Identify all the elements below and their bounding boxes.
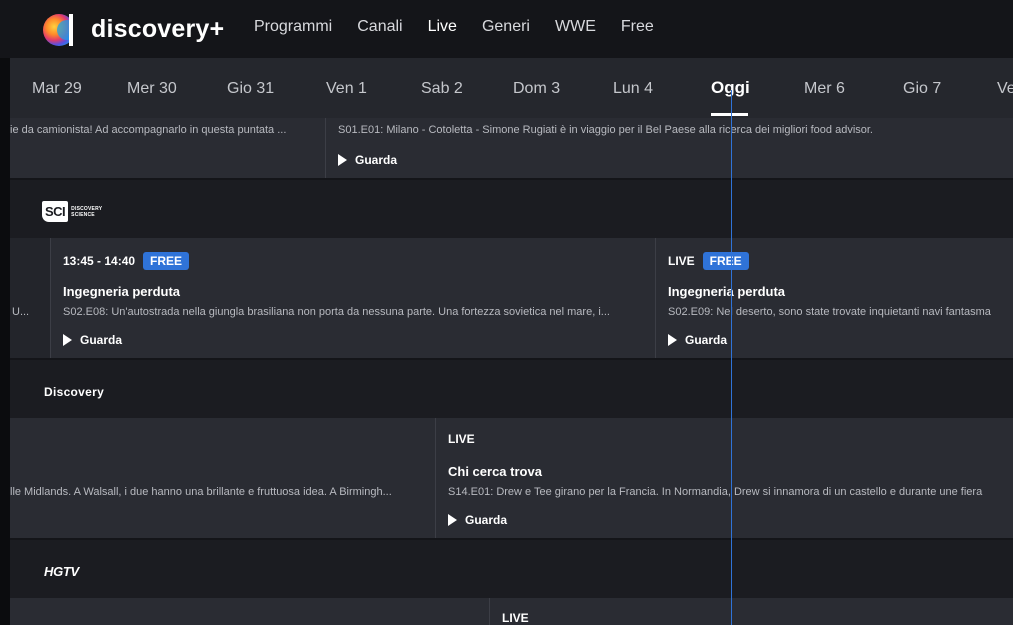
brand-logo[interactable]: discovery+: [41, 11, 224, 47]
nav-wwe[interactable]: WWE: [555, 18, 596, 36]
date-bar: Mar 29 Mer 30 Gio 31 Ven 1 Sab 2 Dom 3 L…: [10, 58, 1013, 118]
program-description: lle Midlands. A Walsall, i due hanno una…: [10, 486, 392, 498]
nav-free[interactable]: Free: [621, 18, 654, 36]
nav-generi[interactable]: Generi: [482, 18, 530, 36]
play-icon: [63, 334, 72, 346]
program-row: LIVE: [10, 598, 1013, 625]
program-time: LIVE FREE: [668, 252, 749, 270]
now-indicator-line: [731, 90, 732, 625]
program-description: ie da camionista! Ad accompagnarlo in qu…: [10, 124, 287, 136]
nav-live[interactable]: Live: [428, 18, 457, 36]
program-description: S01.E01: Milano - Cotoletta - Simone Rug…: [338, 124, 873, 136]
date-tab[interactable]: Ven 1: [326, 80, 367, 98]
date-tab[interactable]: Mar 29: [32, 80, 82, 98]
play-icon: [668, 334, 677, 346]
program-title: Chi cerca trova: [448, 464, 542, 479]
channel-logo-discovery-science[interactable]: SCI DISCOVERY SCIENCE: [42, 201, 102, 222]
today-underline: [711, 113, 748, 116]
channel-header: HGTV: [10, 540, 1013, 598]
program-cell-live[interactable]: LIVE Chi cerca trova S14.E01: Drew e Tee…: [435, 418, 1013, 538]
program-row: ie da camionista! Ad accompagnarlo in qu…: [10, 118, 1013, 178]
free-badge: FREE: [702, 252, 749, 270]
program-cell-live[interactable]: LIVE FREE Ingegneria perduta S02.E09: Nel…: [655, 238, 1013, 358]
watch-button[interactable]: Guarda: [338, 153, 397, 167]
program-description: S02.E09: Nel deserto, sono state trovate…: [668, 306, 991, 318]
play-icon: [338, 154, 347, 166]
date-tab[interactable]: Lun 4: [613, 80, 653, 98]
channel-logo-discovery[interactable]: Discovery: [44, 385, 104, 399]
main-nav: Programmi Canali Live Generi WWE Free: [254, 18, 679, 36]
program-time: LIVE: [502, 611, 529, 625]
program-title: Ingegneria perduta: [63, 284, 181, 299]
nav-programmi[interactable]: Programmi: [254, 18, 332, 36]
discovery-globe-icon: [41, 11, 85, 47]
date-tab[interactable]: Gio 31: [227, 80, 274, 98]
program-cell[interactable]: S01.E01: Milano - Cotoletta - Simone Rug…: [325, 118, 1013, 178]
program-description: S14.E01: Drew e Tee girano per la Franci…: [448, 486, 983, 498]
program-cell-live[interactable]: LIVE: [489, 598, 1013, 625]
program-cell[interactable]: [10, 598, 490, 625]
date-tab[interactable]: Sab 2: [421, 80, 463, 98]
date-tab[interactable]: Ve: [997, 80, 1013, 98]
channel-header: Discovery: [10, 360, 1013, 418]
program-cell[interactable]: lle Midlands. A Walsall, i due hanno una…: [10, 418, 436, 538]
play-icon: [448, 514, 457, 526]
program-time: LIVE: [448, 432, 475, 446]
brand-name: discovery+: [91, 14, 225, 43]
date-tab[interactable]: Mer 6: [804, 80, 845, 98]
program-title: Ingegneria perduta: [668, 284, 786, 299]
watch-button[interactable]: Guarda: [448, 513, 507, 527]
channel-logo-hgtv[interactable]: HGTV: [44, 564, 79, 579]
free-badge: FREE: [143, 252, 190, 270]
date-tab[interactable]: Dom 3: [513, 80, 560, 98]
top-nav: discovery+ Programmi Canali Live Generi …: [0, 0, 1013, 58]
date-tab[interactable]: Gio 7: [903, 80, 941, 98]
program-cell[interactable]: U...: [10, 238, 50, 358]
program-row: U... 13:45 - 14:40 FREE Ingegneria perdut…: [10, 238, 1013, 358]
nav-canali[interactable]: Canali: [357, 18, 402, 36]
program-time: 13:45 - 14:40 FREE: [63, 252, 190, 270]
watch-button[interactable]: Guarda: [63, 333, 122, 347]
program-cell[interactable]: 13:45 - 14:40 FREE Ingegneria perduta S02…: [50, 238, 656, 358]
watch-button[interactable]: Guarda: [668, 333, 727, 347]
date-tab[interactable]: Mer 30: [127, 80, 177, 98]
program-row: lle Midlands. A Walsall, i due hanno una…: [10, 418, 1013, 538]
program-description: S02.E08: Un'autostrada nella giungla bra…: [63, 306, 610, 318]
left-strip: [0, 58, 10, 625]
program-cell[interactable]: ie da camionista! Ad accompagnarlo in qu…: [10, 118, 326, 178]
channel-header: SCI DISCOVERY SCIENCE: [10, 180, 1013, 238]
sci-logo-mark: SCI: [42, 201, 69, 222]
sci-logo-text: DISCOVERY SCIENCE: [71, 205, 103, 218]
program-description: U...: [12, 306, 30, 318]
